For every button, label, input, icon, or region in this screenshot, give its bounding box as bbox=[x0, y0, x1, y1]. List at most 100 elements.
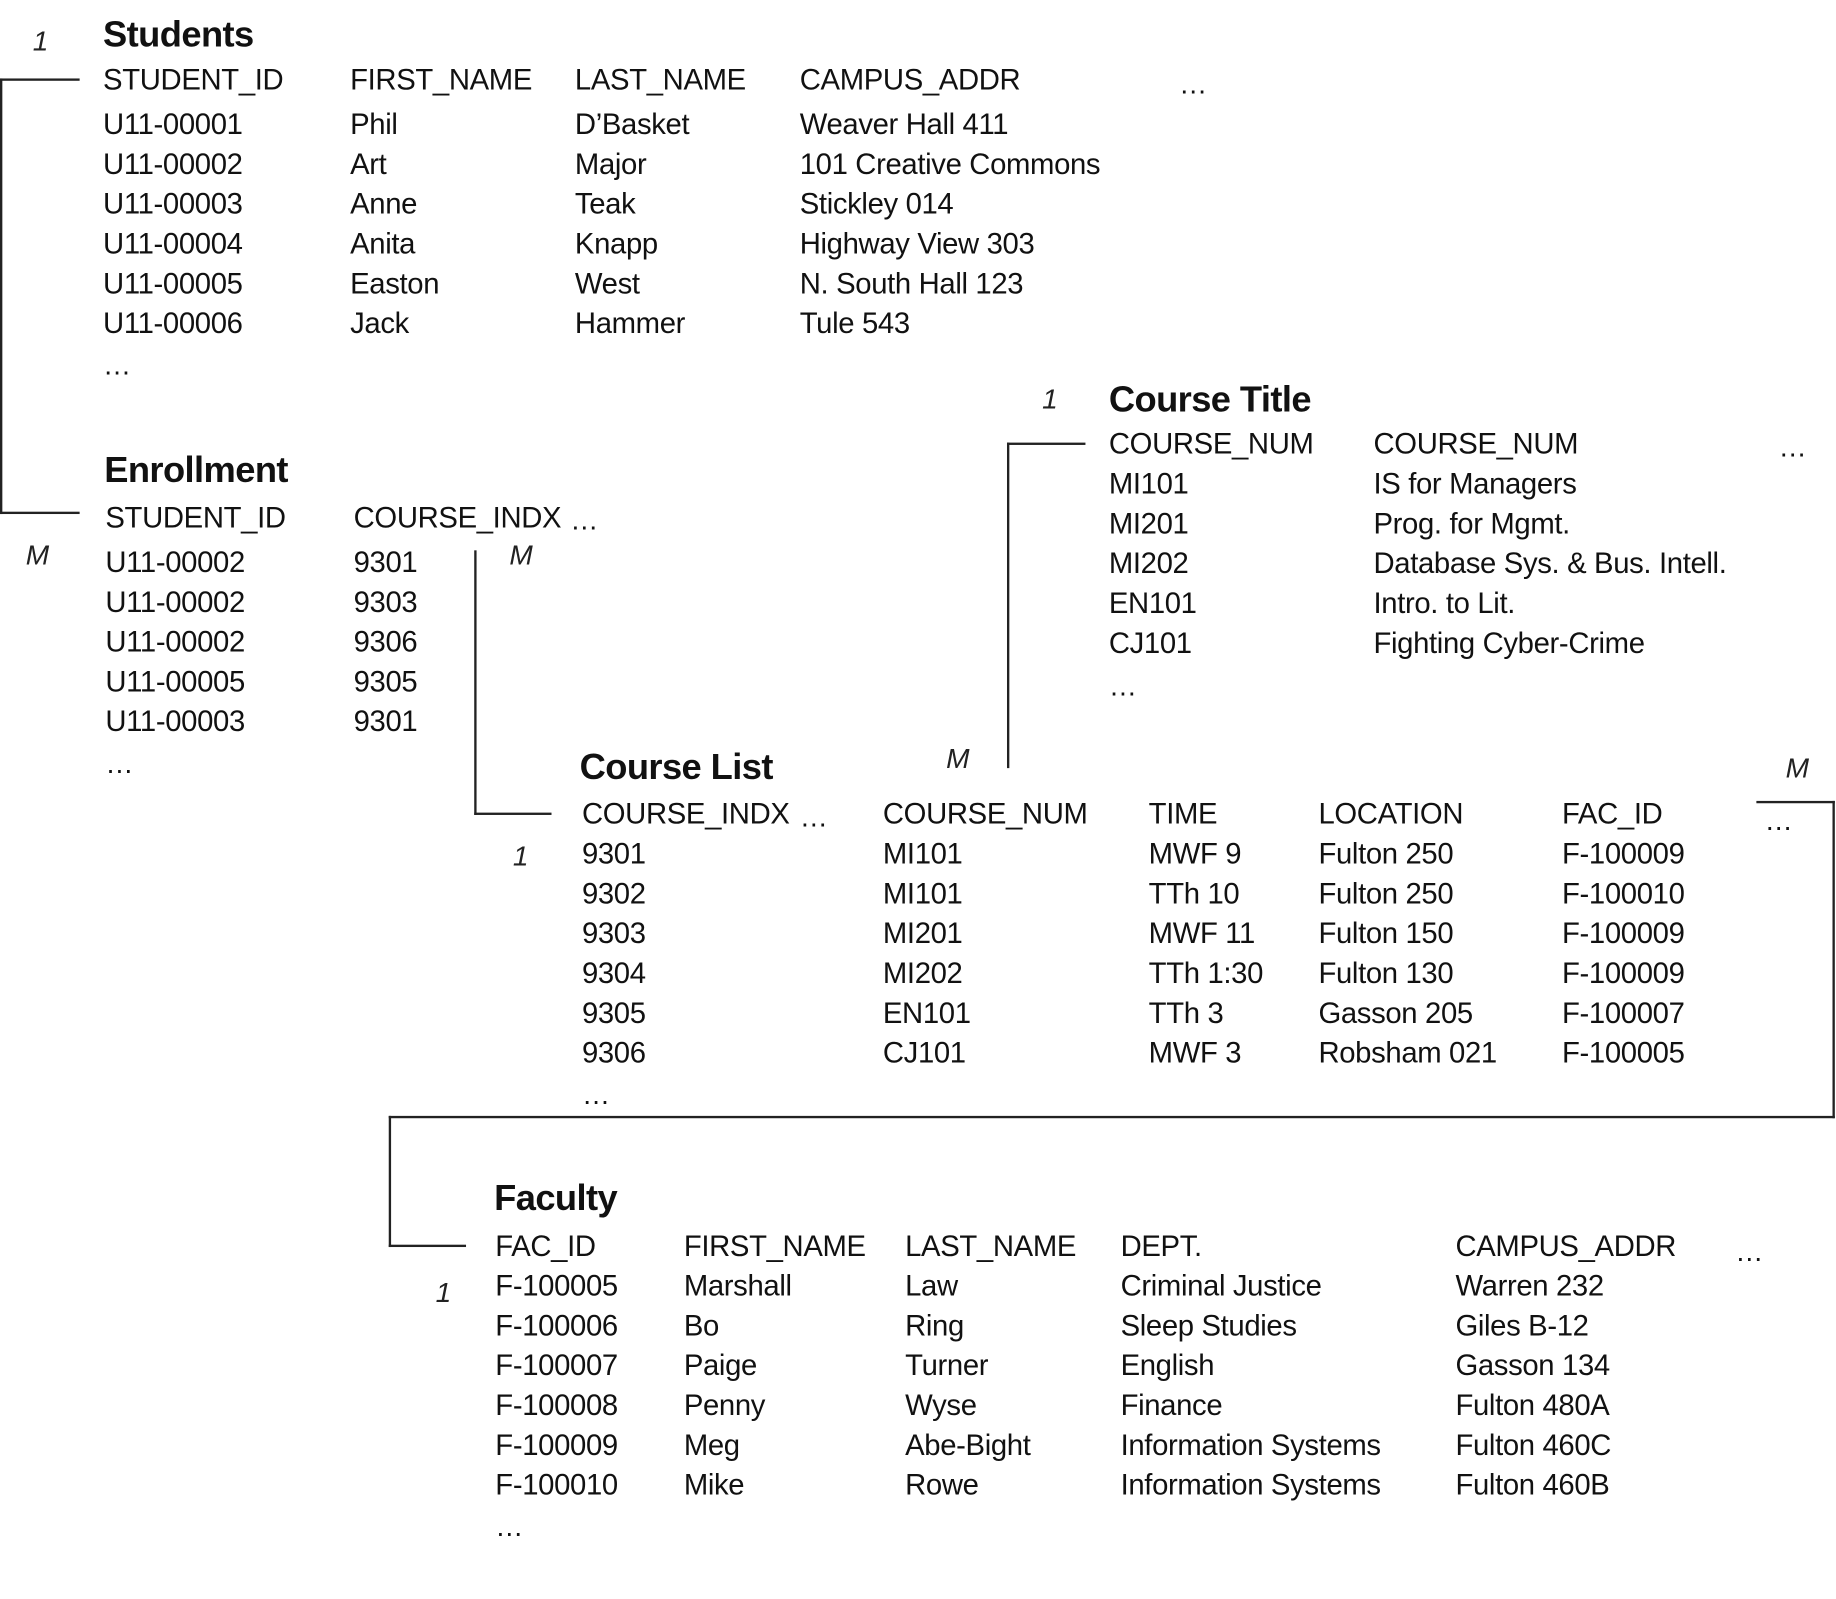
table-cell: English bbox=[1120, 1349, 1215, 1383]
table-title-faculty: Faculty bbox=[494, 1177, 618, 1219]
connector-enrollment-courselist bbox=[474, 550, 477, 815]
table-cell: MWF 11 bbox=[1148, 917, 1256, 950]
connector-courselist-faculty bbox=[388, 1115, 392, 1248]
connector-courselist-faculty bbox=[388, 1115, 1835, 1119]
column-header: COURSE_NUM bbox=[1373, 427, 1579, 461]
table-cell: Law bbox=[905, 1269, 958, 1303]
table-cell: Highway View 303 bbox=[799, 227, 1035, 261]
table-cell: 9306 bbox=[353, 625, 418, 659]
table-cell: MI202 bbox=[1108, 547, 1189, 580]
column-header: LOCATION bbox=[1318, 797, 1464, 831]
column-header: COURSE_INDX bbox=[581, 797, 790, 831]
table-cell: U11-00005 bbox=[103, 267, 243, 300]
table-cell: Wyse bbox=[905, 1388, 977, 1422]
table-cell: 9302 bbox=[581, 877, 646, 911]
table-cell: 9301 bbox=[353, 705, 418, 738]
more-columns-ellipsis: … bbox=[1764, 805, 1794, 838]
connector-enrollment-courselist bbox=[474, 812, 552, 815]
connector-courselist-faculty bbox=[388, 1244, 467, 1248]
table-cell: Turner bbox=[905, 1349, 989, 1383]
table-cell: Robsham 021 bbox=[1318, 1036, 1497, 1070]
table-cell: EN101 bbox=[1108, 586, 1197, 620]
table-cell: MI101 bbox=[882, 877, 963, 911]
table-cell: Fulton 150 bbox=[1318, 917, 1454, 950]
table-cell: Mike bbox=[683, 1468, 745, 1502]
table-cell: Teak bbox=[574, 187, 636, 221]
column-header: CAMPUS_ADDR bbox=[799, 63, 1021, 97]
table-cell: Fulton 250 bbox=[1318, 837, 1454, 871]
table-cell: 9305 bbox=[581, 996, 646, 1030]
table-cell: F-100009 bbox=[495, 1428, 618, 1462]
table-cell: Meg bbox=[683, 1428, 740, 1462]
table-cell: 9304 bbox=[581, 956, 646, 990]
column-header: FAC_ID bbox=[495, 1230, 596, 1263]
table-cell: MWF 9 bbox=[1148, 837, 1242, 871]
table-cell: Fulton 480A bbox=[1455, 1388, 1610, 1422]
table-cell: Fulton 460C bbox=[1455, 1428, 1612, 1462]
table-cell: Prog. for Mgmt. bbox=[1373, 507, 1570, 541]
column-header: COURSE_NUM bbox=[1108, 427, 1314, 461]
column-header: CAMPUS_ADDR bbox=[1455, 1230, 1677, 1263]
more-columns-ellipsis: … bbox=[1179, 69, 1209, 101]
connector-students-enrollment bbox=[0, 78, 3, 515]
table-title-students: Students bbox=[103, 13, 254, 55]
connector-students-enrollment bbox=[0, 78, 80, 81]
table-cell: IS for Managers bbox=[1373, 467, 1577, 501]
table-cell: Tule 543 bbox=[799, 306, 910, 340]
table-cell: Ring bbox=[905, 1309, 964, 1343]
table-cell: Finance bbox=[1120, 1388, 1223, 1422]
connector-coursetitle-courselist bbox=[1006, 442, 1086, 445]
table-cell: U11-00002 bbox=[105, 585, 245, 619]
table-cell: Penny bbox=[683, 1388, 766, 1422]
table-cell: Anne bbox=[350, 187, 418, 221]
more-columns-ellipsis: … bbox=[1735, 1236, 1765, 1269]
table-title-course-list: Course List bbox=[579, 746, 774, 788]
table-title-enrollment: Enrollment bbox=[104, 449, 288, 491]
table-cell: CJ101 bbox=[1108, 626, 1192, 660]
table-cell: U11-00003 bbox=[105, 705, 245, 738]
cardinality-label: 1 bbox=[1042, 384, 1058, 416]
table-cell: Knapp bbox=[574, 227, 658, 261]
table-cell: F-100006 bbox=[495, 1309, 618, 1343]
table-cell: Information Systems bbox=[1120, 1428, 1381, 1462]
table-cell: U11-00001 bbox=[103, 108, 243, 142]
table-title-course-title: Course Title bbox=[1108, 378, 1312, 420]
column-header: COURSE_NUM bbox=[882, 797, 1088, 831]
table-cell: 9301 bbox=[581, 837, 646, 871]
more-columns-ellipsis: … bbox=[570, 504, 600, 537]
table-cell: Anita bbox=[350, 227, 416, 261]
more-rows-ellipsis: … bbox=[105, 748, 135, 780]
column-header: TIME bbox=[1148, 797, 1218, 831]
table-cell: Fighting Cyber-Crime bbox=[1373, 626, 1645, 660]
cardinality-label: M bbox=[1785, 752, 1810, 785]
table-cell: EN101 bbox=[882, 996, 971, 1030]
table-cell: MWF 3 bbox=[1148, 1036, 1242, 1070]
column-header: FIRST_NAME bbox=[350, 63, 533, 97]
table-cell: F-100009 bbox=[1562, 917, 1685, 950]
table-cell: 9301 bbox=[353, 546, 418, 580]
table-cell: F-100010 bbox=[1562, 877, 1685, 911]
table-cell: 9305 bbox=[353, 665, 418, 699]
table-cell: TTh 10 bbox=[1148, 877, 1240, 911]
table-cell: Rowe bbox=[905, 1468, 979, 1502]
more-rows-ellipsis: … bbox=[495, 1511, 525, 1544]
table-cell: 9303 bbox=[353, 585, 418, 619]
table-cell: U11-00006 bbox=[103, 306, 243, 340]
table-cell: U11-00002 bbox=[105, 625, 245, 659]
table-cell: 9303 bbox=[581, 917, 646, 950]
connector-courselist-faculty bbox=[1832, 800, 1835, 1119]
more-rows-ellipsis: … bbox=[103, 350, 133, 382]
table-cell: D’Basket bbox=[574, 108, 690, 142]
table-cell: Art bbox=[350, 147, 387, 181]
table-cell: Hammer bbox=[574, 306, 686, 340]
table-cell: F-100010 bbox=[495, 1468, 618, 1502]
table-cell: F-100005 bbox=[495, 1269, 618, 1303]
connector-students-enrollment bbox=[0, 511, 80, 515]
more-rows-ellipsis: … bbox=[581, 1079, 612, 1112]
more-columns-ellipsis: … bbox=[1778, 432, 1808, 464]
table-cell: Intro. to Lit. bbox=[1373, 586, 1516, 620]
cardinality-label: 1 bbox=[435, 1277, 452, 1310]
relational-diagram: 1 M M 1 1 M M 1 Students STUDENT_ID FIRS… bbox=[0, 0, 1836, 1599]
table-cell: 9306 bbox=[581, 1036, 646, 1070]
table-cell: Weaver Hall 411 bbox=[799, 108, 1009, 142]
